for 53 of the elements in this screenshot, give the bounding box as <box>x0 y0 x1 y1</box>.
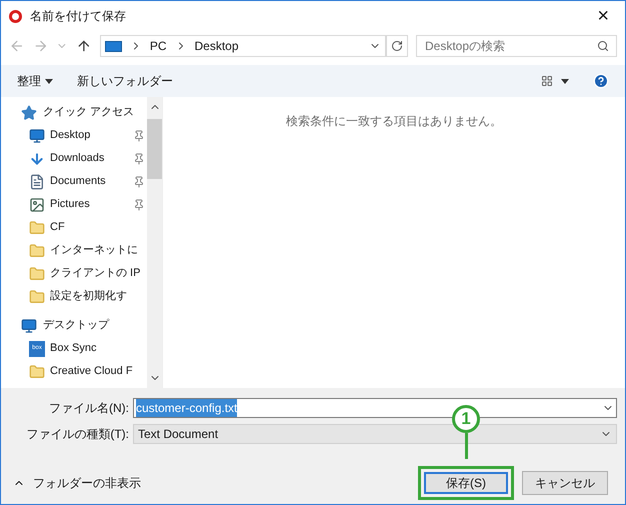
pin-icon[interactable] <box>133 130 145 142</box>
address-bar[interactable]: PC Desktop <box>100 35 386 57</box>
close-button[interactable]: × <box>589 6 617 26</box>
nav-group[interactable]: デスクトップ <box>21 314 147 337</box>
pin-icon[interactable] <box>133 198 145 210</box>
search-field[interactable]: Desktopの検索 <box>416 35 617 57</box>
refresh-button[interactable] <box>386 35 408 57</box>
scrollbar[interactable] <box>147 97 162 388</box>
filename-label: ファイル名(N): <box>48 400 129 417</box>
save-button[interactable]: 保存(S) <box>424 472 508 494</box>
nav-item[interactable]: Pictures <box>21 193 147 216</box>
folder-icon <box>29 266 45 282</box>
pin-icon[interactable] <box>133 176 145 188</box>
scrollbar-thumb[interactable] <box>147 119 162 179</box>
picture-icon <box>29 196 45 212</box>
empty-message: 検索条件に一致する項目はありません。 <box>286 113 502 130</box>
app-logo-icon <box>9 10 22 22</box>
caret-icon <box>45 78 53 84</box>
nav-item[interactable]: Documents <box>21 170 147 193</box>
star-icon <box>21 104 37 120</box>
cancel-button[interactable]: キャンセル <box>522 471 608 495</box>
nav-item[interactable]: CF <box>21 216 147 239</box>
folder-icon <box>29 364 45 380</box>
folder-icon <box>29 288 45 304</box>
nav-item[interactable]: インターネットに <box>21 239 147 262</box>
organize-menu[interactable]: 整理 <box>17 72 53 90</box>
breadcrumb[interactable]: Desktop <box>194 37 239 55</box>
document-icon <box>29 174 45 190</box>
breadcrumb[interactable]: PC <box>150 37 166 55</box>
nav-item[interactable]: Creative Cloud F <box>21 360 147 383</box>
nav-group[interactable]: クイック アクセス <box>21 101 147 124</box>
pc-icon <box>104 40 122 52</box>
monitor-icon <box>21 318 37 334</box>
refresh-icon <box>391 40 404 52</box>
folder-icon <box>29 220 45 236</box>
file-type-label: ファイルの種類(T): <box>25 426 129 443</box>
pin-icon[interactable] <box>133 152 145 164</box>
window-title: 名前を付けて保存 <box>30 8 126 25</box>
nav-item[interactable]: Downloads <box>21 147 147 170</box>
nav-item[interactable]: Desktop <box>21 124 147 147</box>
up-icon[interactable] <box>76 38 92 54</box>
new-folder-button[interactable]: 新しいフォルダー <box>77 72 173 90</box>
hide-folders-button[interactable]: フォルダーの非表示 <box>13 474 141 492</box>
caret-icon[interactable] <box>561 78 569 84</box>
folder-icon <box>29 242 45 258</box>
nav-item[interactable]: クライアントの IP <box>21 262 147 285</box>
help-icon[interactable] <box>593 73 609 89</box>
monitor-icon <box>29 128 45 144</box>
view-options-icon[interactable] <box>541 75 553 87</box>
nav-item[interactable]: 設定を初期化す <box>21 285 147 308</box>
leader-line <box>464 433 468 459</box>
file-type-dropdown[interactable]: Text Document <box>133 424 617 444</box>
search-icon[interactable] <box>597 40 609 52</box>
